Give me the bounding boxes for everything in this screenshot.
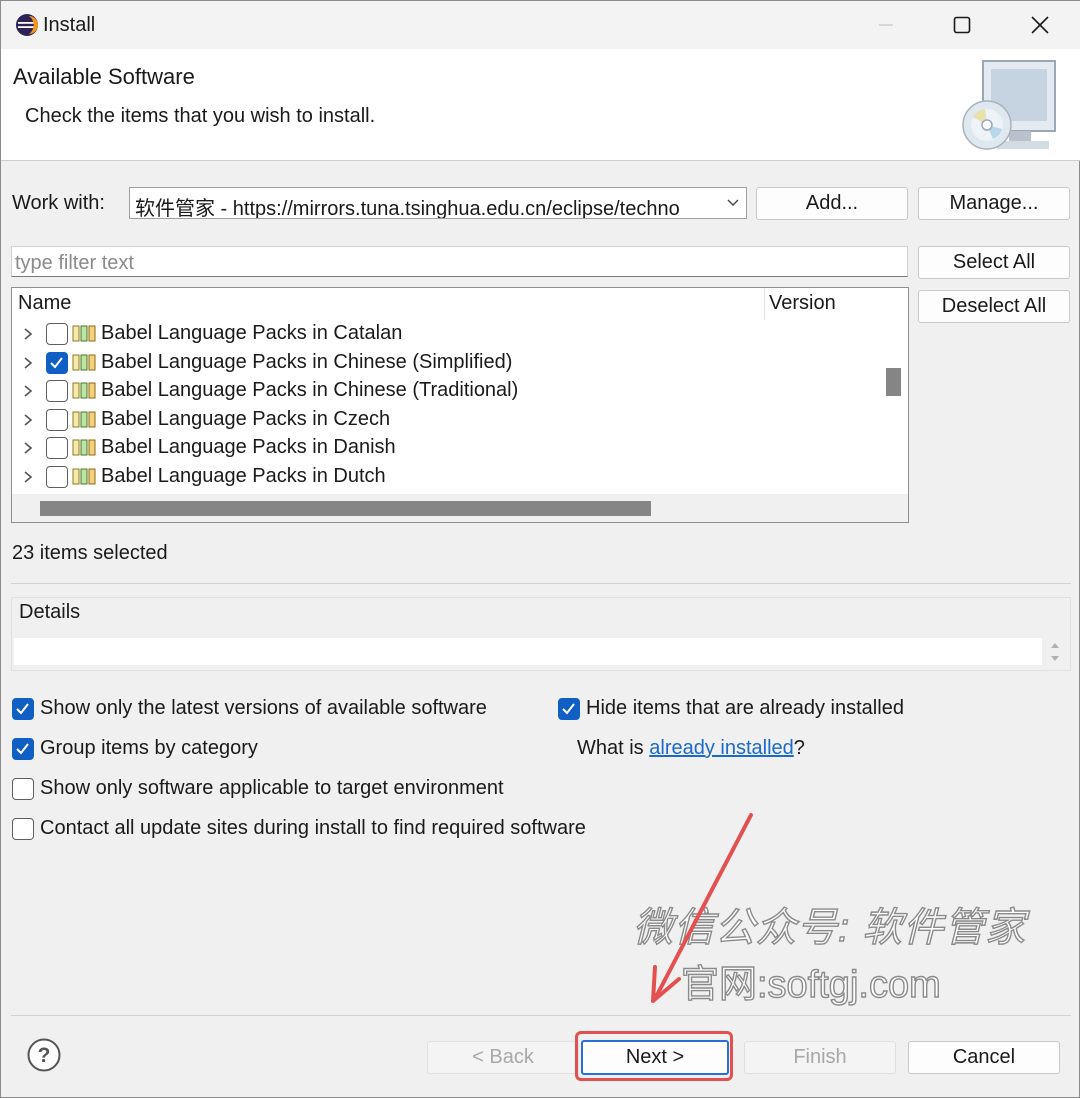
table-row[interactable]: Babel Language Packs in Danish	[12, 434, 880, 462]
details-label: Details	[19, 601, 81, 623]
eclipse-icon	[16, 14, 38, 36]
feature-group-icon	[72, 325, 96, 342]
table-header: Name Version	[12, 288, 880, 320]
svg-text:?: ?	[38, 1044, 51, 1067]
target-environment-checkbox[interactable]	[12, 778, 34, 800]
close-icon	[1031, 16, 1049, 34]
row-checkbox[interactable]	[46, 408, 68, 431]
feature-group-icon	[72, 382, 96, 399]
table-row[interactable]: Babel Language Packs in Dutch	[12, 463, 880, 491]
cancel-button[interactable]: Cancel	[908, 1041, 1060, 1074]
table-row[interactable]: Babel Language Packs in Chinese (Traditi…	[12, 377, 880, 405]
feature-group-icon	[72, 411, 96, 428]
row-label: Babel Language Packs in Czech	[101, 407, 391, 430]
chevron-right-icon[interactable]	[22, 384, 34, 398]
finish-button[interactable]: Finish	[744, 1041, 896, 1074]
row-checkbox[interactable]	[46, 437, 68, 460]
horizontal-scroll-thumb[interactable]	[40, 501, 651, 516]
help-icon[interactable]: ?	[27, 1038, 61, 1072]
latest-versions-checkbox[interactable]	[12, 698, 34, 720]
column-header-name[interactable]: Name	[18, 292, 71, 315]
what-is-suffix: ?	[793, 737, 805, 759]
row-label: Babel Language Packs in Danish	[101, 436, 396, 459]
checkmark-icon	[16, 743, 29, 755]
target-environment-label: Show only software applicable to target …	[40, 777, 504, 799]
checkmark-icon	[16, 703, 29, 715]
deselect-all-button[interactable]: Deselect All	[918, 290, 1070, 323]
divider	[11, 583, 1071, 584]
row-label: Babel Language Packs in Catalan	[101, 322, 403, 344]
work-with-value: 软件管家 - https://mirrors.tuna.tsinghua.edu…	[135, 198, 680, 219]
banner-title: Available Software	[13, 64, 195, 89]
what-is-prefix: What is	[577, 737, 650, 759]
chevron-down-icon	[727, 199, 739, 206]
checkmark-icon	[562, 703, 575, 715]
select-all-button[interactable]: Select All	[918, 246, 1070, 279]
row-checkbox[interactable]	[46, 323, 68, 345]
table-row[interactable]: Babel Language Packs in Czech	[12, 406, 880, 434]
back-button[interactable]: < Back	[427, 1041, 579, 1074]
maximize-icon	[953, 16, 971, 34]
feature-group-icon	[72, 354, 96, 371]
feature-group-icon	[72, 439, 96, 456]
contact-sites-checkbox[interactable]	[12, 818, 34, 840]
selection-status: 23 items selected	[12, 542, 168, 564]
add-button[interactable]: Add...	[756, 187, 908, 220]
row-checkbox[interactable]	[46, 380, 68, 403]
details-text-area[interactable]	[14, 638, 1042, 665]
chevron-right-icon[interactable]	[22, 356, 34, 370]
install-dialog: Install Available Software Check the ite…	[0, 0, 1080, 1098]
horizontal-scrollbar[interactable]	[12, 494, 908, 522]
vertical-scroll-thumb[interactable]	[886, 368, 901, 396]
column-header-version[interactable]: Version	[769, 292, 836, 315]
group-by-category-checkbox[interactable]	[12, 738, 34, 760]
header-banner: Available Software Check the items that …	[1, 49, 1080, 161]
close-button[interactable]	[1001, 1, 1079, 49]
minimize-icon	[879, 24, 893, 26]
row-label: Babel Language Packs in Chinese (Simplif…	[101, 350, 513, 373]
checkmark-icon	[50, 356, 63, 369]
footer-divider	[11, 1015, 1071, 1016]
manage-button[interactable]: Manage...	[918, 187, 1070, 220]
column-divider[interactable]	[764, 288, 765, 320]
latest-versions-label: Show only the latest versions of availab…	[40, 697, 487, 719]
contact-sites-label: Contact all update sites during install …	[40, 817, 586, 839]
details-scroll-arrows-icon[interactable]	[1047, 638, 1063, 666]
what-is-installed-text: What is already installed?	[577, 737, 805, 760]
banner-description: Check the items that you wish to install…	[25, 105, 376, 127]
row-label: Babel Language Packs in Dutch	[101, 465, 386, 487]
hide-installed-label: Hide items that are already installed	[586, 697, 904, 719]
title-bar: Install	[1, 1, 1080, 49]
already-installed-link[interactable]: already installed	[649, 737, 794, 759]
chevron-right-icon[interactable]	[22, 413, 34, 427]
annotation-arrow-icon	[651, 813, 753, 1003]
row-checkbox[interactable]	[46, 466, 68, 488]
feature-group-icon	[72, 468, 96, 485]
work-with-combo[interactable]: 软件管家 - https://mirrors.tuna.tsinghua.edu…	[129, 187, 747, 219]
maximize-button[interactable]	[923, 1, 1001, 49]
hide-installed-checkbox[interactable]	[558, 698, 580, 720]
work-with-label: Work with:	[12, 192, 105, 214]
group-by-category-label: Group items by category	[40, 737, 258, 759]
chevron-right-icon[interactable]	[22, 327, 34, 341]
minimize-button[interactable]	[847, 1, 925, 49]
row-label: Babel Language Packs in Chinese (Traditi…	[101, 379, 519, 402]
row-checkbox[interactable]	[46, 351, 68, 374]
filter-input[interactable]	[11, 246, 908, 277]
vertical-scrollbar[interactable]	[880, 288, 908, 494]
install-computer-icon	[962, 60, 1056, 150]
table-row[interactable]: Babel Language Packs in Chinese (Simplif…	[12, 349, 880, 377]
software-tree: Name Version Babel Language Packs in Cat…	[11, 287, 909, 523]
chevron-right-icon[interactable]	[22, 470, 34, 484]
chevron-right-icon[interactable]	[22, 441, 34, 455]
table-row[interactable]: Babel Language Packs in Catalan	[12, 320, 880, 348]
window-title: Install	[43, 14, 96, 36]
next-button-highlight	[575, 1031, 733, 1081]
